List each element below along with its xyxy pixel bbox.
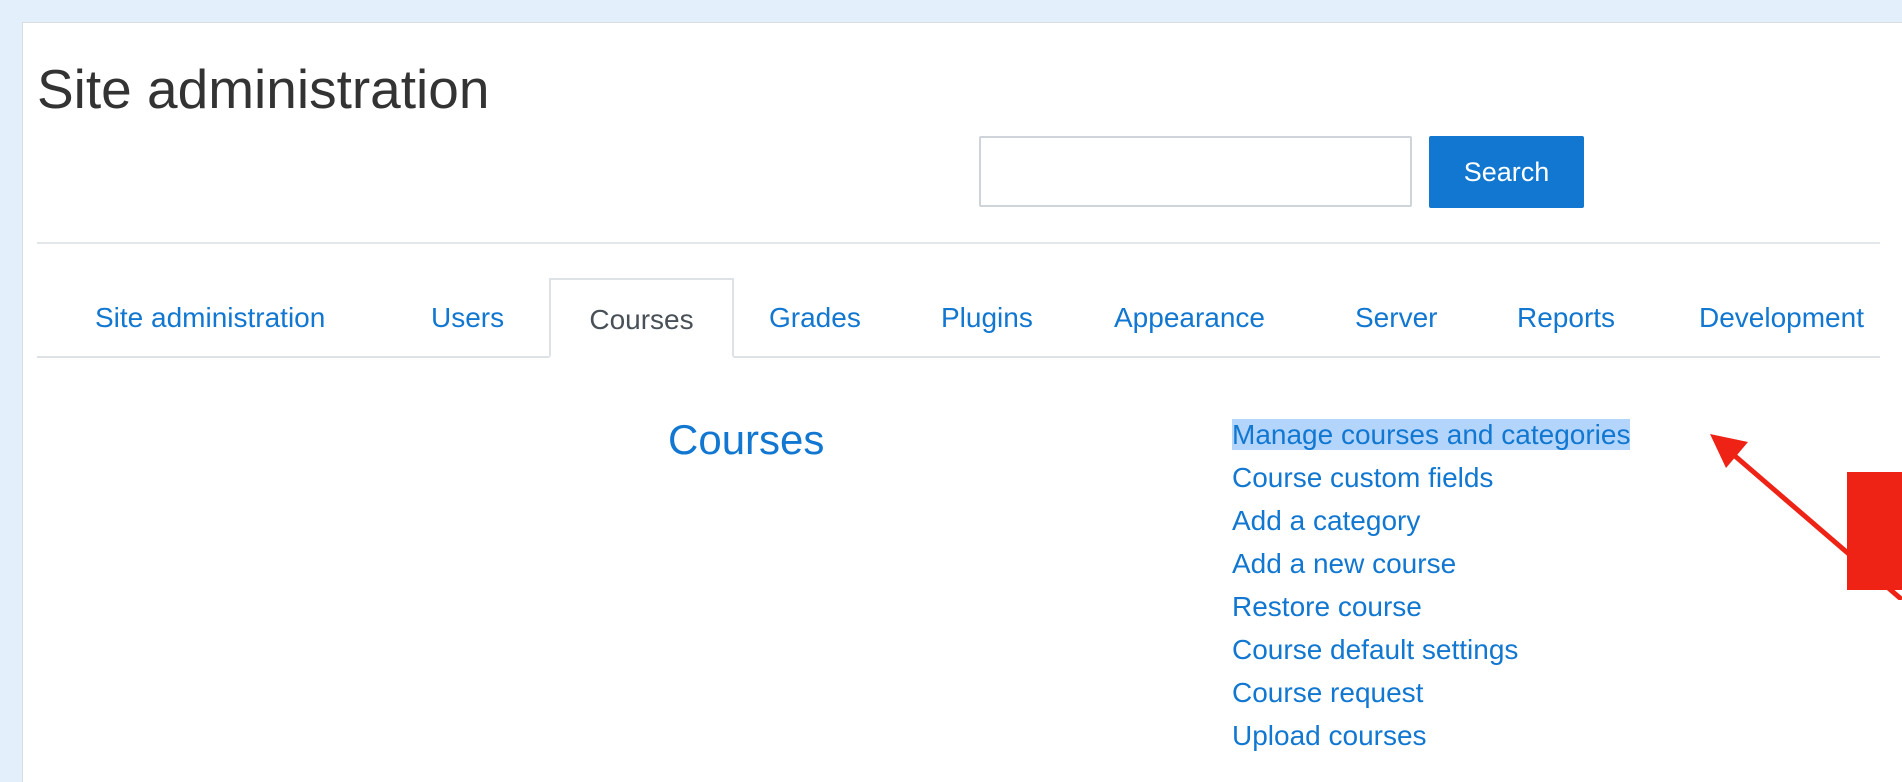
link-course-default-settings[interactable]: Course default settings	[1232, 634, 1518, 665]
search-input[interactable]	[979, 136, 1412, 207]
page-title: Site administration	[37, 58, 490, 120]
header-divider	[37, 242, 1880, 244]
link-upload-courses[interactable]: Upload courses	[1232, 720, 1427, 751]
tab-plugins[interactable]: Plugins	[941, 278, 1033, 356]
link-course-request[interactable]: Course request	[1232, 677, 1423, 708]
link-course-custom-fields[interactable]: Course custom fields	[1232, 462, 1493, 493]
link-manage-courses-and-categories[interactable]: Manage courses and categories	[1232, 419, 1631, 450]
tab-server[interactable]: Server	[1355, 278, 1437, 356]
admin-tabs: Site administration Users Courses Grades…	[37, 278, 1880, 358]
section-heading-courses[interactable]: Courses	[668, 415, 824, 465]
list-item: Add a new course	[1232, 542, 1630, 585]
courses-link-list: Manage courses and categories Course cus…	[1232, 413, 1631, 757]
list-item: Add a category	[1232, 499, 1630, 542]
list-item: Course custom fields	[1232, 456, 1630, 499]
tab-grades[interactable]: Grades	[769, 278, 861, 356]
list-item: Upload courses	[1232, 714, 1630, 757]
list-item: Restore course	[1232, 585, 1630, 628]
link-restore-course[interactable]: Restore course	[1232, 591, 1422, 622]
list-item: Course default settings	[1232, 628, 1630, 671]
tab-users[interactable]: Users	[431, 278, 504, 356]
tab-development[interactable]: Development	[1699, 278, 1864, 356]
annotation-callout-box	[1847, 472, 1902, 590]
tab-appearance[interactable]: Appearance	[1114, 278, 1265, 356]
list-item: Manage courses and categories	[1232, 413, 1631, 456]
link-add-a-category[interactable]: Add a category	[1232, 505, 1420, 536]
tab-site-administration[interactable]: Site administration	[95, 278, 325, 356]
tab-reports[interactable]: Reports	[1517, 278, 1615, 356]
search-button[interactable]: Search	[1429, 136, 1584, 208]
list-item: Course request	[1232, 671, 1630, 714]
tab-courses[interactable]: Courses	[549, 278, 734, 358]
link-add-a-new-course[interactable]: Add a new course	[1232, 548, 1456, 579]
